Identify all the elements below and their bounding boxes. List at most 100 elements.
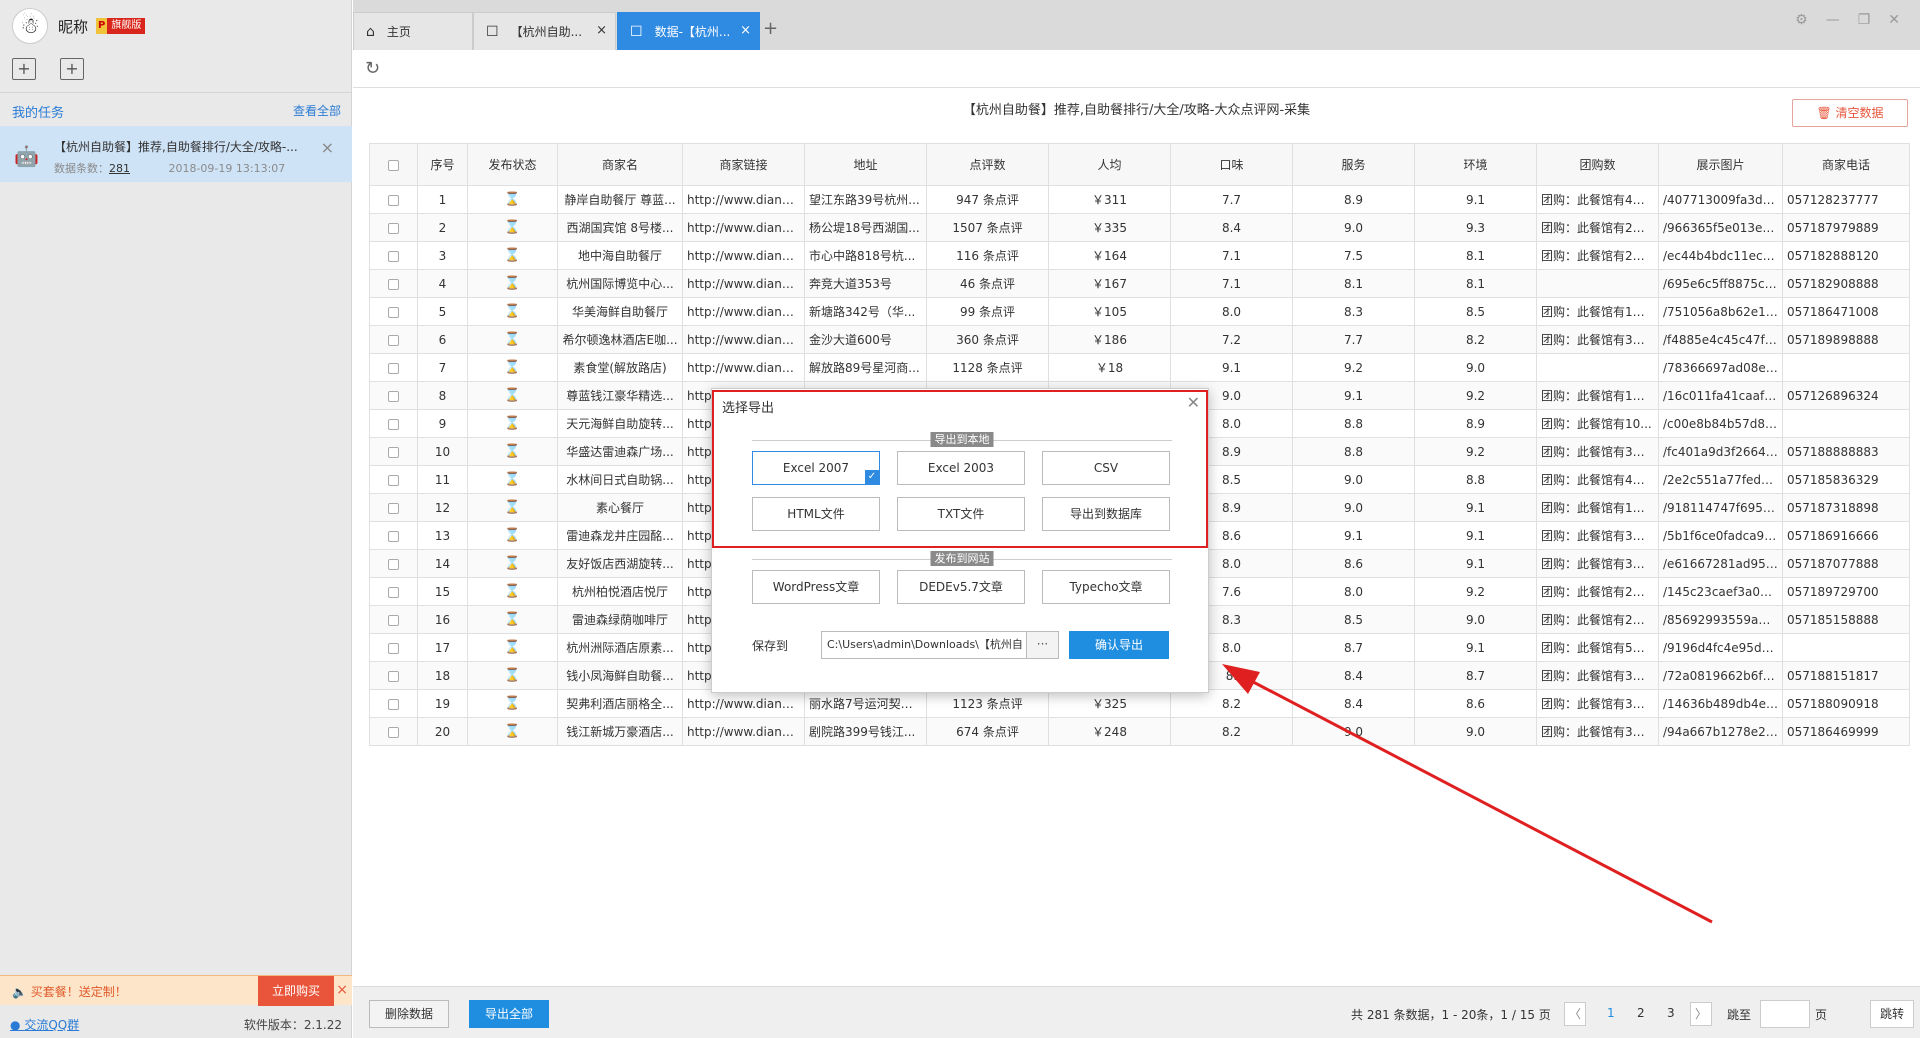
table-row[interactable]: 20 ⌛ 钱江新城万豪酒店... http://www.dianpin... 剧院路39… xyxy=(369,717,1910,746)
tab-task[interactable]: ☐ 【杭州自助... × xyxy=(473,12,616,50)
table-row[interactable]: 4 ⌛ 杭州国际博览中心... http://www.dianpin... 奔竞大道35… xyxy=(369,269,1910,298)
table-row[interactable]: 2 ⌛ 西湖国宾馆 8号楼... http://www.dianpin... 杨公堤18… xyxy=(369,213,1910,242)
row-checkbox[interactable] xyxy=(369,493,418,522)
close-icon[interactable]: ✕ xyxy=(1888,12,1900,28)
typecho-button[interactable]: Typecho文章 xyxy=(1042,570,1170,604)
status-cell: ⌛ xyxy=(467,493,558,522)
close-icon[interactable]: × xyxy=(336,982,348,998)
qq-group-link[interactable]: ● 交流QQ群 xyxy=(10,1016,79,1033)
row-checkbox[interactable] xyxy=(369,689,418,718)
new-task-icon[interactable]: + xyxy=(12,58,36,80)
row-checkbox[interactable] xyxy=(369,577,418,606)
hourglass-icon: ⌛ xyxy=(504,584,521,599)
row-checkbox[interactable] xyxy=(369,213,418,242)
column-header[interactable]: 地址 xyxy=(804,143,927,186)
close-icon[interactable]: × xyxy=(740,23,751,38)
buy-now-button[interactable]: 立即购买 xyxy=(258,976,334,1006)
column-header[interactable]: 发布状态 xyxy=(467,143,558,186)
row-checkbox[interactable] xyxy=(369,325,418,354)
row-checkbox[interactable] xyxy=(369,633,418,662)
tab-data[interactable]: ☐ 数据-【杭州... × xyxy=(617,12,760,50)
minimize-icon[interactable]: — xyxy=(1826,12,1840,28)
table-cell: 3 xyxy=(417,241,468,270)
view-all-link[interactable]: 查看全部 xyxy=(293,102,341,119)
table-row[interactable]: 6 ⌛ 希尔顿逸林酒店E咖... http://www.dianpin... 金沙大道6… xyxy=(369,325,1910,354)
gear-icon[interactable]: ⚙ xyxy=(1795,12,1808,28)
new-tab-icon[interactable]: + xyxy=(763,18,778,39)
delete-data-button[interactable]: 删除数据 xyxy=(369,1000,449,1028)
row-checkbox[interactable] xyxy=(369,269,418,298)
table-cell: 13 xyxy=(417,521,468,550)
column-header[interactable]: 环境 xyxy=(1414,143,1537,186)
close-icon[interactable]: × xyxy=(321,138,334,157)
confirm-export-button[interactable]: 确认导出 xyxy=(1069,631,1169,659)
row-checkbox[interactable] xyxy=(369,717,418,746)
select-all-checkbox[interactable] xyxy=(369,143,418,186)
close-icon[interactable]: ✕ xyxy=(1187,393,1200,412)
row-checkbox[interactable] xyxy=(369,549,418,578)
page-3[interactable]: 3 xyxy=(1667,1006,1675,1020)
page-2[interactable]: 2 xyxy=(1637,1006,1645,1020)
table-row[interactable]: 1 ⌛ 静岸自助餐厅 尊蓝... http://www.dianpin... 望江东路3… xyxy=(369,185,1910,214)
column-header[interactable]: 口味 xyxy=(1170,143,1293,186)
column-header[interactable]: 点评数 xyxy=(926,143,1049,186)
table-row[interactable]: 19 ⌛ 契弗利酒店丽格全... http://www.dianpin... 丽水路7号… xyxy=(369,689,1910,718)
prev-page-button[interactable]: 〈 xyxy=(1564,1002,1586,1026)
task-item[interactable]: 🤖 【杭州自助餐】推荐,自助餐排行/大全/攻略-... 数据条数：281 201… xyxy=(0,126,352,182)
column-header[interactable]: 商家名 xyxy=(557,143,683,186)
row-checkbox[interactable] xyxy=(369,409,418,438)
html-file-button[interactable]: HTML文件 xyxy=(752,497,880,531)
save-to-label: 保存到 xyxy=(752,639,789,653)
new-folder-icon[interactable]: + xyxy=(60,58,84,80)
jump-button[interactable]: 跳转 xyxy=(1870,1000,1914,1028)
column-header[interactable]: 服务 xyxy=(1292,143,1415,186)
column-header[interactable]: 商家电话 xyxy=(1782,143,1910,186)
csv-button[interactable]: CSV xyxy=(1042,451,1170,485)
close-icon[interactable]: × xyxy=(596,23,607,38)
row-checkbox[interactable] xyxy=(369,297,418,326)
txt-file-button[interactable]: TXT文件 xyxy=(897,497,1025,531)
column-header[interactable]: 商家链接 xyxy=(682,143,805,186)
wordpress-button[interactable]: WordPress文章 xyxy=(752,570,880,604)
table-row[interactable]: 7 ⌛ 素食堂(解放路店) http://www.dianpin... 解放路89号星河… xyxy=(369,353,1910,382)
row-checkbox[interactable] xyxy=(369,661,418,690)
row-checkbox[interactable] xyxy=(369,437,418,466)
column-header[interactable]: 展示图片 xyxy=(1658,143,1783,186)
maximize-icon[interactable]: ❐ xyxy=(1858,12,1871,28)
avatar[interactable]: ☃ xyxy=(12,8,48,44)
row-checkbox[interactable] xyxy=(369,353,418,382)
row-checkbox[interactable] xyxy=(369,185,418,214)
column-header[interactable]: 序号 xyxy=(417,143,468,186)
table-cell: 057188888883 xyxy=(1782,437,1910,466)
browse-button[interactable]: ··· xyxy=(1027,631,1059,659)
row-checkbox[interactable] xyxy=(369,605,418,634)
page-number-input[interactable] xyxy=(1760,1000,1810,1028)
save-path-input[interactable]: C:\Users\admin\Downloads\【杭州自 xyxy=(821,631,1027,659)
clear-data-button[interactable]: 🗑 清空数据 xyxy=(1792,99,1908,127)
table-cell: /14636b489db4e6... xyxy=(1658,689,1783,718)
column-header[interactable]: 团购数 xyxy=(1536,143,1659,186)
hourglass-icon: ⌛ xyxy=(504,472,521,487)
tab-home[interactable]: ⌂ 主页 xyxy=(353,12,473,50)
table-cell: 9.1 xyxy=(1414,493,1537,522)
page-1[interactable]: 1 xyxy=(1607,1006,1615,1020)
row-checkbox[interactable] xyxy=(369,241,418,270)
export-database-button[interactable]: 导出到数据库 xyxy=(1042,497,1170,531)
table-cell: http://www.dianpin... xyxy=(682,297,805,326)
export-all-button[interactable]: 导出全部 xyxy=(469,1000,549,1028)
row-checkbox[interactable] xyxy=(369,465,418,494)
row-checkbox[interactable] xyxy=(369,381,418,410)
dede-button[interactable]: DEDEv5.7文章 xyxy=(897,570,1025,604)
table-row[interactable]: 5 ⌛ 华美海鲜自助餐厅 http://www.dianpin... 新塘路342号（华… xyxy=(369,297,1910,326)
table-cell: 雷迪森龙井庄园酩... xyxy=(557,521,683,550)
table-row[interactable]: 3 ⌛ 地中海自助餐厅 http://www.dianpin... 市心中路818号杭.… xyxy=(369,241,1910,270)
table-cell: 8.8 xyxy=(1414,465,1537,494)
next-page-button[interactable]: 〉 xyxy=(1690,1002,1712,1026)
column-header[interactable]: 人均 xyxy=(1048,143,1171,186)
row-checkbox[interactable] xyxy=(369,521,418,550)
refresh-icon[interactable]: ↻ xyxy=(365,58,380,79)
task-count[interactable]: 281 xyxy=(109,162,130,175)
excel-2007-button[interactable]: Excel 2007 xyxy=(752,451,880,485)
table-cell: /918114747f695f0... xyxy=(1658,493,1783,522)
excel-2003-button[interactable]: Excel 2003 xyxy=(897,451,1025,485)
